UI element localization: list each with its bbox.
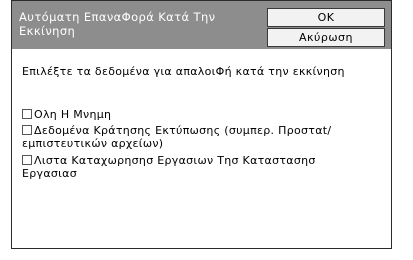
option-print-hold-data[interactable]: Δεδομένα Κράτησης Εκτύπωσης (συμπερ. Προ… [22,124,352,150]
dialog-content: Επιλέξτε τα δεδομένα για απαλοιΦή κατά τ… [12,49,391,248]
option-label: Δεδομένα Κράτησης Εκτύπωσης (συμπερ. Προ… [22,124,332,150]
option-job-status-log[interactable]: Λιστα Καταχωρησησ Εργασιων Τησ Κατασταση… [22,154,352,180]
option-label: Λιστα Καταχωρησησ Εργασιων Τησ Κατασταση… [22,154,316,180]
print-hold-data-checkbox[interactable] [22,125,32,135]
dialog-titlebar: Αυτόματη ΕπαναΦορά Κατά Την Εκκίνηση OK … [12,1,391,49]
ok-button[interactable]: OK [267,8,385,27]
job-status-log-checkbox[interactable] [22,155,32,165]
instruction-text: Επιλέξτε τα δεδομένα για απαλοιΦή κατά τ… [22,65,345,78]
dialog-title: Αυτόματη ΕπαναΦορά Κατά Την Εκκίνηση [19,10,216,38]
option-label: Ολη Η Μνημη [34,108,112,121]
reset-dialog: Αυτόματη ΕπαναΦορά Κατά Την Εκκίνηση OK … [11,0,392,249]
cancel-button[interactable]: Ακύρωση [267,28,385,47]
all-memory-checkbox[interactable] [22,109,32,119]
option-all-memory[interactable]: Ολη Η Μνημη [22,108,352,121]
